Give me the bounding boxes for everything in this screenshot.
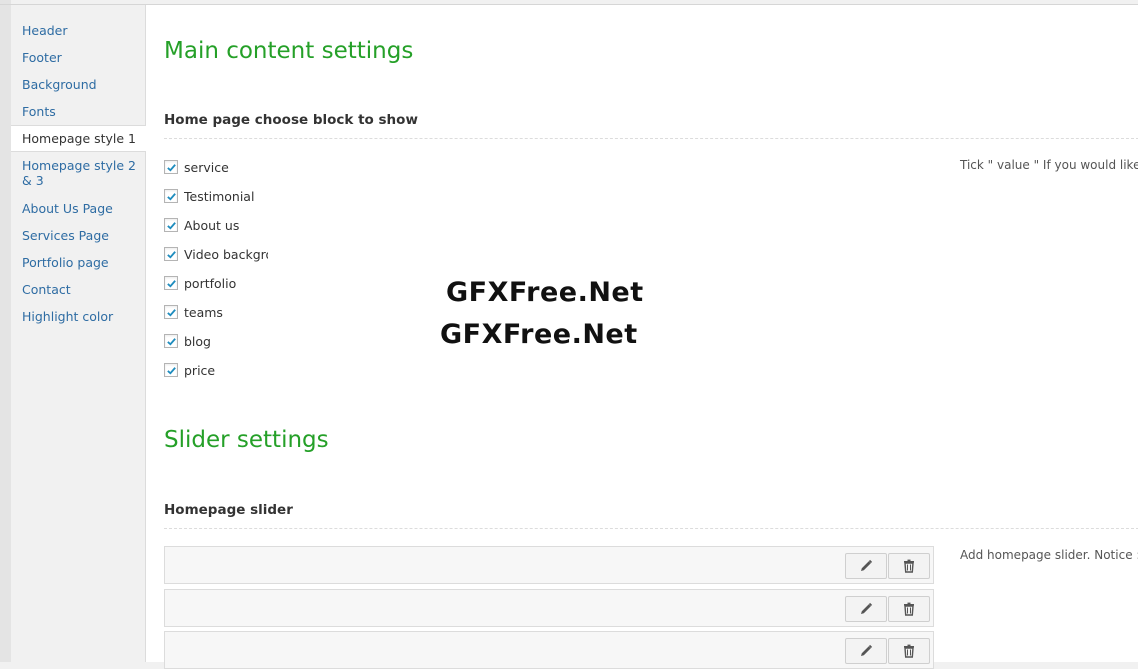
slider-settings-title: Slider settings xyxy=(164,427,329,453)
checkmark-icon xyxy=(166,279,176,288)
checkbox-row-service: service xyxy=(164,159,268,175)
checkbox-label: Video background xyxy=(184,246,268,262)
sidebar-item-services-page[interactable]: Services Page xyxy=(22,228,146,243)
teams-checkbox[interactable] xyxy=(164,305,178,319)
watermark-text: GFXFree.Net xyxy=(446,277,644,308)
edit-slide-button[interactable] xyxy=(845,596,887,622)
service-checkbox[interactable] xyxy=(164,160,178,174)
checkbox-label: blog xyxy=(184,333,211,349)
checkmark-icon xyxy=(166,308,176,317)
slider-item-row xyxy=(164,546,934,584)
checkbox-row-video-background: Video background xyxy=(164,246,268,262)
checkmark-icon xyxy=(166,221,176,230)
homepage-slider-description: Add homepage slider. Notice : o xyxy=(960,548,1138,562)
homepage-slider-option-title: Homepage slider xyxy=(164,502,293,518)
sidebar-item-fonts[interactable]: Fonts xyxy=(22,104,146,119)
portfolio-checkbox[interactable] xyxy=(164,276,178,290)
checkbox-row-portfolio: portfolio xyxy=(164,275,268,291)
checkbox-label: service xyxy=(184,159,229,175)
checkbox-label: Testimonial xyxy=(184,188,255,204)
sidebar-item-homepage-style-1[interactable]: Homepage style 1 xyxy=(11,125,158,152)
checkmark-icon xyxy=(166,192,176,201)
sidebar-item-header[interactable]: Header xyxy=(22,23,146,38)
edit-slide-button[interactable] xyxy=(845,553,887,579)
checkmark-icon xyxy=(166,366,176,375)
checkmark-icon xyxy=(166,337,176,346)
checkbox-label: portfolio xyxy=(184,275,237,291)
delete-slide-button[interactable] xyxy=(888,553,930,579)
testimonial-checkbox[interactable] xyxy=(164,189,178,203)
trash-icon xyxy=(904,602,914,616)
about-us-checkbox[interactable] xyxy=(164,218,178,232)
watermark-text: GFXFree.Net xyxy=(440,319,638,350)
sidebar-item-contact[interactable]: Contact xyxy=(22,282,146,297)
pencil-icon xyxy=(861,559,873,571)
trash-icon xyxy=(904,559,914,573)
checkbox-row-about-us: About us xyxy=(164,217,268,233)
main-content-settings-title: Main content settings xyxy=(164,38,414,64)
sidebar-item-footer[interactable]: Footer xyxy=(22,50,146,65)
checkbox-row-teams: teams xyxy=(164,304,268,320)
pencil-icon xyxy=(861,644,873,656)
price-checkbox[interactable] xyxy=(164,363,178,377)
slider-item-row xyxy=(164,631,934,669)
sidebar-item-highlight-color[interactable]: Highlight color xyxy=(22,309,146,324)
video-background-checkbox[interactable] xyxy=(164,247,178,261)
checkbox-label: price xyxy=(184,362,216,378)
section-divider xyxy=(164,528,1138,529)
home-blocks-option-title: Home page choose block to show xyxy=(164,112,418,128)
home-blocks-description: Tick " value " If you would like to xyxy=(960,158,1138,172)
edit-slide-button[interactable] xyxy=(845,638,887,664)
left-edge-strip xyxy=(0,0,11,662)
checkmark-icon xyxy=(166,250,176,259)
sidebar-item-about-us-page[interactable]: About Us Page xyxy=(22,201,146,216)
checkbox-label: teams xyxy=(184,304,223,320)
delete-slide-button[interactable] xyxy=(888,596,930,622)
blog-checkbox[interactable] xyxy=(164,334,178,348)
checkmark-icon xyxy=(166,163,176,172)
options-sidebar: Header Footer Background Fonts Homepage … xyxy=(11,5,158,662)
trash-icon xyxy=(904,644,914,658)
delete-slide-button[interactable] xyxy=(888,638,930,664)
section-divider xyxy=(164,138,1138,139)
checkbox-row-testimonial: Testimonial xyxy=(164,188,268,204)
checkbox-label: About us xyxy=(184,217,240,233)
sidebar-item-portfolio-page[interactable]: Portfolio page xyxy=(22,255,146,270)
pencil-icon xyxy=(861,602,873,614)
slider-item-row xyxy=(164,589,934,627)
sidebar-item-homepage-style-2-3[interactable]: Homepage style 2 & 3 xyxy=(22,158,146,188)
options-main-panel: Main content settings Home page choose b… xyxy=(146,5,1138,669)
checkbox-row-price: price xyxy=(164,362,268,378)
checkbox-row-blog: blog xyxy=(164,333,268,349)
sidebar-item-background[interactable]: Background xyxy=(22,77,146,92)
